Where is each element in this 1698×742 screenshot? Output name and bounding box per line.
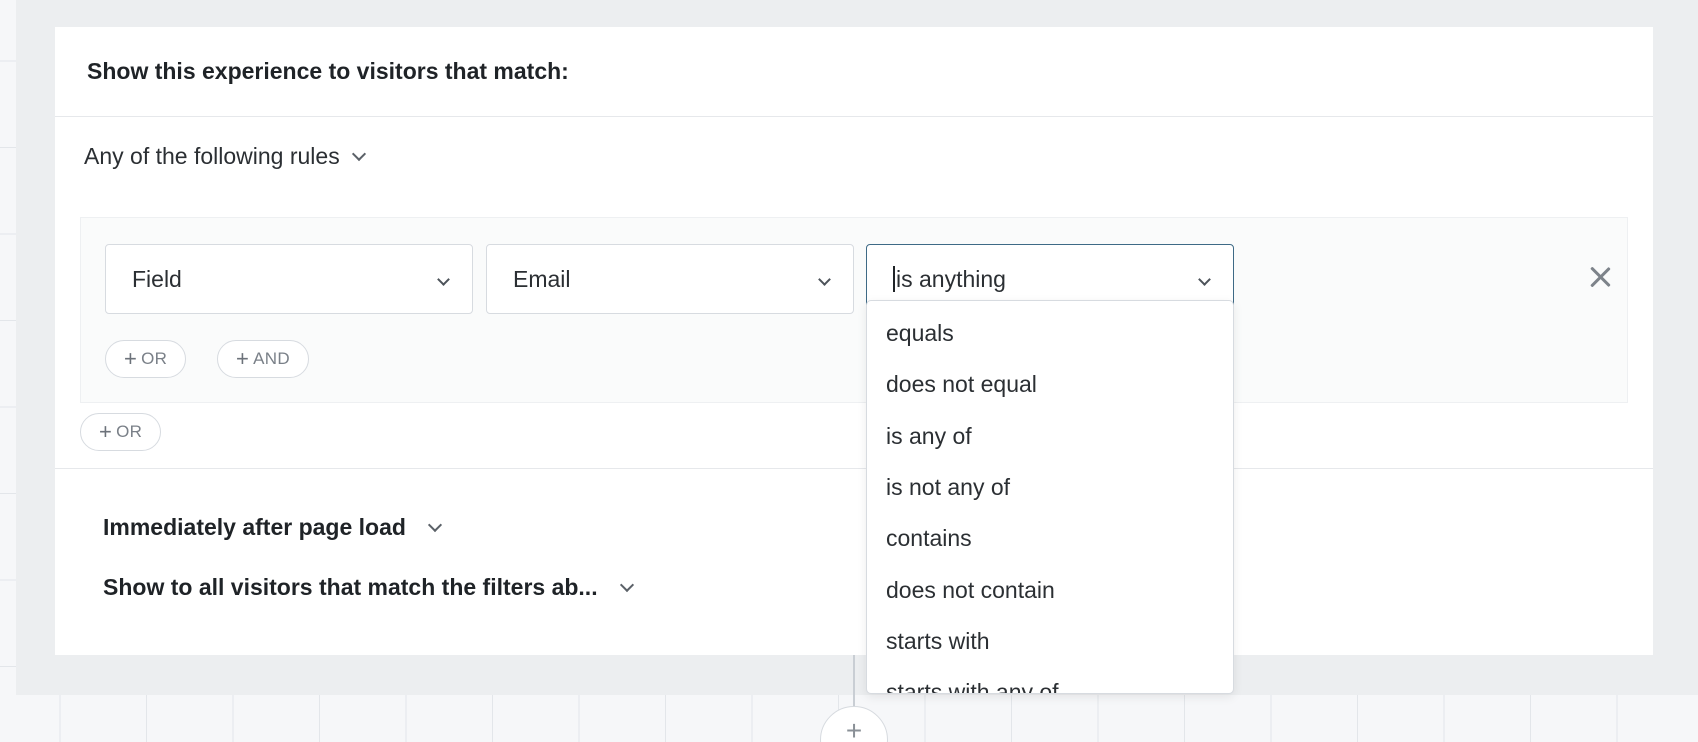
audience-label: Show to all visitors that match the filt… xyxy=(103,574,598,600)
rule-mode-label: Any of the following rules xyxy=(84,143,340,169)
add-step-button[interactable]: + xyxy=(820,706,888,742)
rule-group: Field Email is anything + OR + AND xyxy=(80,217,1628,403)
field-type-select[interactable]: Field xyxy=(105,244,473,314)
chevron-down-icon xyxy=(1198,273,1211,286)
operator-value: is anything xyxy=(896,265,1006,292)
field-name-select[interactable]: Email xyxy=(486,244,854,314)
operator-option-is-any-of[interactable]: is any of xyxy=(867,411,1233,462)
field-type-value: Field xyxy=(132,265,182,292)
plus-icon: + xyxy=(236,346,250,371)
plus-icon: + xyxy=(99,419,113,444)
audience-dropdown[interactable]: Show to all visitors that match the filt… xyxy=(103,574,634,601)
operator-options-list: equals does not equal is any of is not a… xyxy=(867,301,1233,693)
trigger-label: Immediately after page load xyxy=(103,514,406,540)
flow-connector-line xyxy=(853,650,855,710)
add-or-group-button[interactable]: + OR xyxy=(80,413,162,451)
operator-option-equals[interactable]: equals xyxy=(867,308,1233,359)
remove-rule-close-icon[interactable] xyxy=(1589,266,1611,288)
card-title: Show this experience to visitors that ma… xyxy=(87,58,569,84)
operator-option-starts-with-any-of[interactable]: starts with any of xyxy=(867,667,1233,693)
operator-option-is-not-any-of[interactable]: is not any of xyxy=(867,462,1233,513)
card-header: Show this experience to visitors that ma… xyxy=(55,27,1653,117)
add-and-label: AND xyxy=(253,349,290,368)
operator-option-does-not-equal[interactable]: does not equal xyxy=(867,359,1233,410)
operator-dropdown-menu: equals does not equal is any of is not a… xyxy=(866,300,1234,694)
chevron-down-icon xyxy=(818,273,831,286)
chevron-down-icon xyxy=(351,146,366,161)
operator-option-contains[interactable]: contains xyxy=(867,513,1233,564)
operator-option-starts-with[interactable]: starts with xyxy=(867,616,1233,667)
chevron-down-icon xyxy=(619,577,634,592)
chevron-down-icon xyxy=(427,517,443,532)
add-or-label: OR xyxy=(141,349,168,368)
chevron-down-icon xyxy=(437,273,450,286)
add-and-condition-button[interactable]: + AND xyxy=(217,340,309,378)
plus-icon: + xyxy=(124,346,138,371)
rules-section: Any of the following rules Field Email i… xyxy=(55,117,1653,469)
rule-mode-dropdown[interactable]: Any of the following rules xyxy=(84,143,366,170)
add-or-group-label: OR xyxy=(116,422,143,441)
trigger-dropdown[interactable]: Immediately after page load xyxy=(103,514,443,541)
add-or-condition-button[interactable]: + OR xyxy=(105,340,187,378)
operator-option-does-not-contain[interactable]: does not contain xyxy=(867,564,1233,615)
text-cursor xyxy=(893,266,895,292)
targeting-card: Show this experience to visitors that ma… xyxy=(55,27,1653,655)
field-name-value: Email xyxy=(513,265,571,292)
